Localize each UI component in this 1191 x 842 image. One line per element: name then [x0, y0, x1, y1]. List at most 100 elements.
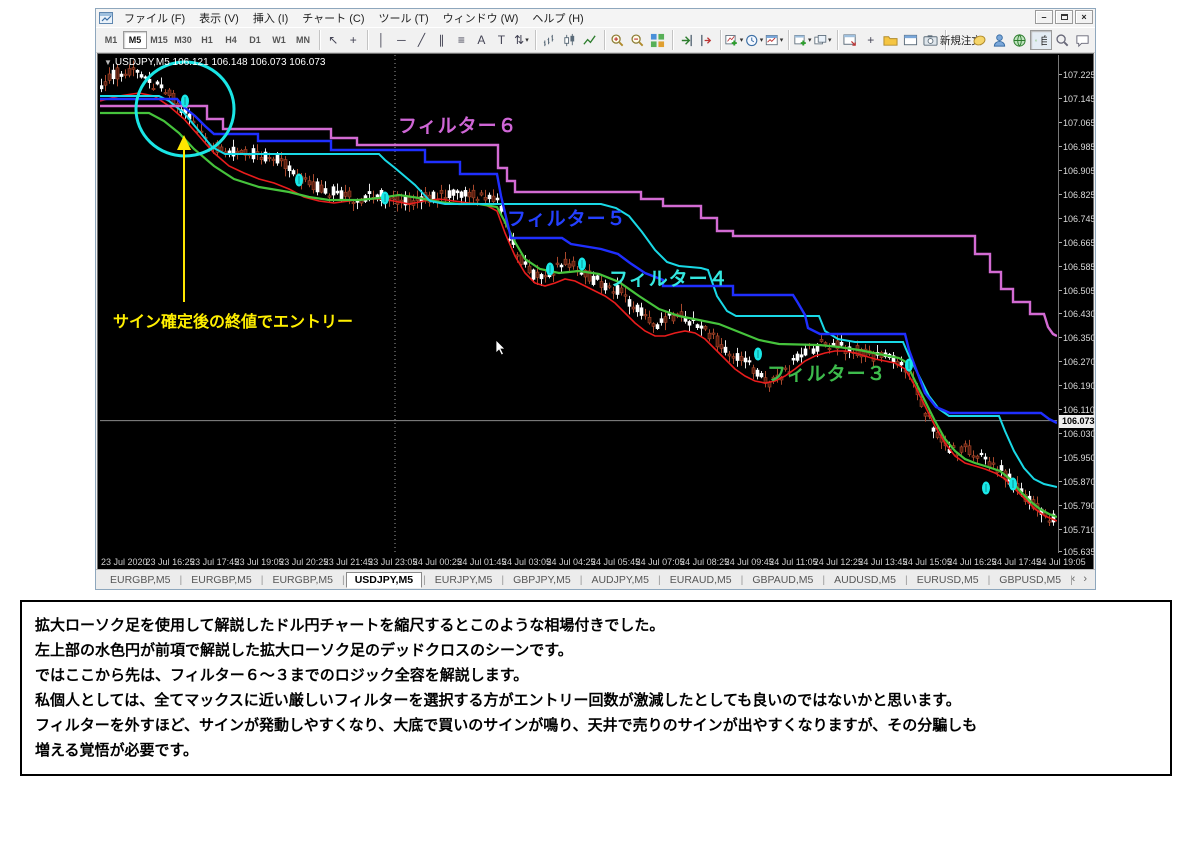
chart-tab-gbpusd[interactable]: GBPUSD,M5 [991, 573, 1069, 587]
candle-body [439, 190, 444, 194]
tile-windows-icon[interactable] [648, 30, 668, 50]
candlestick-chart-icon[interactable] [560, 30, 580, 50]
chart-tab-eurgbp[interactable]: EURGBP,M5 [102, 573, 179, 587]
time-axis[interactable]: 23 Jul 2020 23 Jul 16:25 23 Jul 17:45 23 Ju… [100, 554, 1093, 570]
candle-body [899, 362, 904, 366]
line-chart-icon[interactable] [580, 30, 600, 50]
channel-icon[interactable]: ∥ [431, 30, 451, 50]
screenshot-icon[interactable] [921, 30, 941, 50]
auto-scroll-icon[interactable] [676, 30, 696, 50]
dropdown-arrow-icon[interactable]: ▾ [760, 36, 764, 44]
bar-chart-icon[interactable] [540, 30, 560, 50]
candle-body [323, 188, 328, 194]
menu-item[interactable]: ファイル (F) [117, 9, 192, 27]
menu-item[interactable]: 表示 (V) [192, 9, 246, 27]
restore-button[interactable] [1055, 10, 1073, 24]
price-label: 105.790 [1059, 500, 1096, 511]
search-icon[interactable] [1052, 30, 1072, 50]
chart-tab-audjpy[interactable]: AUDJPY,M5 [583, 573, 657, 587]
move-chart-icon[interactable]: + [861, 30, 881, 50]
chart-tab-gbpjpy[interactable]: GBPJPY,M5 [505, 573, 579, 587]
community-icon[interactable] [990, 30, 1010, 50]
timeframe-button-w1[interactable]: W1 [267, 31, 291, 49]
caption-line: 拡大ローソク足を使用して解説したドル円チャートを縮尺するとこのような相場付きでし… [35, 617, 665, 634]
deposit-icon[interactable] [970, 30, 990, 50]
chart-tab-eurgbp[interactable]: EURGBP,M5 [264, 573, 341, 587]
candle-body [159, 84, 164, 89]
auto-trading-button[interactable]: 自動売買 [1029, 30, 1053, 50]
tab-scroll-left-icon[interactable]: ‹ [1072, 573, 1076, 585]
menu-item[interactable]: ヘルプ (H) [525, 9, 590, 27]
chart-canvas[interactable]: ▼ USDJPY,M5 106.121 106.148 106.073 106.0… [100, 55, 1057, 553]
crosshair-icon[interactable]: + [343, 30, 363, 50]
dropdown-arrow-icon[interactable]: ▾ [828, 36, 832, 44]
dropdown-arrow-icon[interactable]: ▾ [740, 36, 744, 44]
market-watch-icon[interactable] [881, 30, 901, 50]
candle-body [931, 427, 936, 432]
mql5-icon[interactable] [1010, 30, 1030, 50]
chart-caret-icon[interactable]: ▼ [104, 58, 112, 67]
timeframe-button-h1[interactable]: H1 [195, 31, 219, 49]
menu-item[interactable]: 挿入 (I) [246, 9, 295, 27]
chat-icon[interactable] [1072, 30, 1092, 50]
price-scale[interactable]: 107.225 107.145 107.065 106.985 106.905 106.8… [1058, 55, 1096, 557]
menu-item[interactable]: ウィンドウ (W) [436, 9, 526, 27]
templates-icon[interactable]: ▾ [764, 30, 784, 50]
trendline-icon[interactable]: ╱ [411, 30, 431, 50]
candle-body [491, 195, 496, 203]
chart-tab-eurjpy[interactable]: EURJPY,M5 [427, 573, 501, 587]
annotation-filter4: フィルター４ [609, 269, 729, 290]
new-chart-icon[interactable]: ▾ [793, 30, 813, 50]
candle-body [319, 184, 324, 193]
chart-tab-usdjpy[interactable]: USDJPY,M5 [345, 571, 423, 588]
timeframe-button-mn[interactable]: MN [291, 31, 315, 49]
timeframe-button-d1[interactable]: D1 [243, 31, 267, 49]
new-order-button[interactable]: 新規注文 [940, 30, 982, 50]
time-label: 24 Jul 00:25 [412, 557, 462, 567]
indicators-icon[interactable]: ▾ [724, 30, 744, 50]
horizontal-line-icon[interactable]: ─ [391, 30, 411, 50]
timeframe-button-h4[interactable]: H4 [219, 31, 243, 49]
candle-body [839, 341, 844, 346]
fibonacci-icon[interactable]: ≡ [451, 30, 471, 50]
close-button[interactable]: × [1075, 10, 1093, 24]
data-window-icon[interactable] [901, 30, 921, 50]
label-icon[interactable]: T [491, 30, 511, 50]
vertical-line-icon[interactable]: │ [371, 30, 391, 50]
candle-body [663, 316, 668, 323]
candle-body [651, 323, 656, 327]
zoom-out-icon[interactable] [628, 30, 648, 50]
candle-body [739, 356, 744, 361]
menu-item[interactable]: ツール (T) [372, 9, 436, 27]
timeframe-button-m30[interactable]: M30 [171, 31, 195, 49]
candle-body [727, 353, 732, 357]
dropdown-arrow-icon[interactable]: ▾ [780, 36, 784, 44]
arrow-objects-icon[interactable]: ⇅ ▾ [511, 30, 531, 50]
time-label: 23 Jul 20:25 [279, 557, 329, 567]
text-icon[interactable]: A [471, 30, 491, 50]
profiles-icon[interactable]: ▾ [813, 30, 833, 50]
pointer-icon[interactable]: ↖ [323, 30, 343, 50]
timeframe-button-m1[interactable]: M1 [99, 31, 123, 49]
periods-icon[interactable]: ▾ [744, 30, 764, 50]
chart-tab-audusd[interactable]: AUDUSD,M5 [826, 573, 904, 587]
chart-tab-eurusd[interactable]: EURUSD,M5 [909, 573, 987, 587]
chart-tab-eurgbp[interactable]: EURGBP,M5 [183, 573, 260, 587]
chart-tab-gbpaud[interactable]: GBPAUD,M5 [744, 573, 821, 587]
minimize-button[interactable]: – [1035, 10, 1053, 24]
menu-item[interactable]: チャート (C) [295, 9, 371, 27]
timeframe-button-m5[interactable]: M5 [123, 31, 147, 49]
time-label: 24 Jul 03:05 [501, 557, 551, 567]
dropdown-arrow-icon[interactable]: ▾ [525, 36, 529, 44]
candle-body [611, 291, 616, 294]
dropdown-arrow-icon[interactable]: ▾ [808, 36, 812, 44]
timeframe-button-m15[interactable]: M15 [147, 31, 171, 49]
caption-box: 拡大ローソク足を使用して解説したドル円チャートを縮尺するとこのような相場付きでし… [20, 600, 1172, 776]
strategy-tester-icon[interactable] [841, 30, 861, 50]
candle-body [399, 199, 404, 202]
chart-shift-icon[interactable] [696, 30, 716, 50]
chart-tab-euraud[interactable]: EURAUD,M5 [662, 573, 740, 587]
zoom-in-icon[interactable] [608, 30, 628, 50]
tab-scroll-right-icon[interactable]: › [1083, 573, 1087, 585]
signal-line [100, 92, 1057, 522]
